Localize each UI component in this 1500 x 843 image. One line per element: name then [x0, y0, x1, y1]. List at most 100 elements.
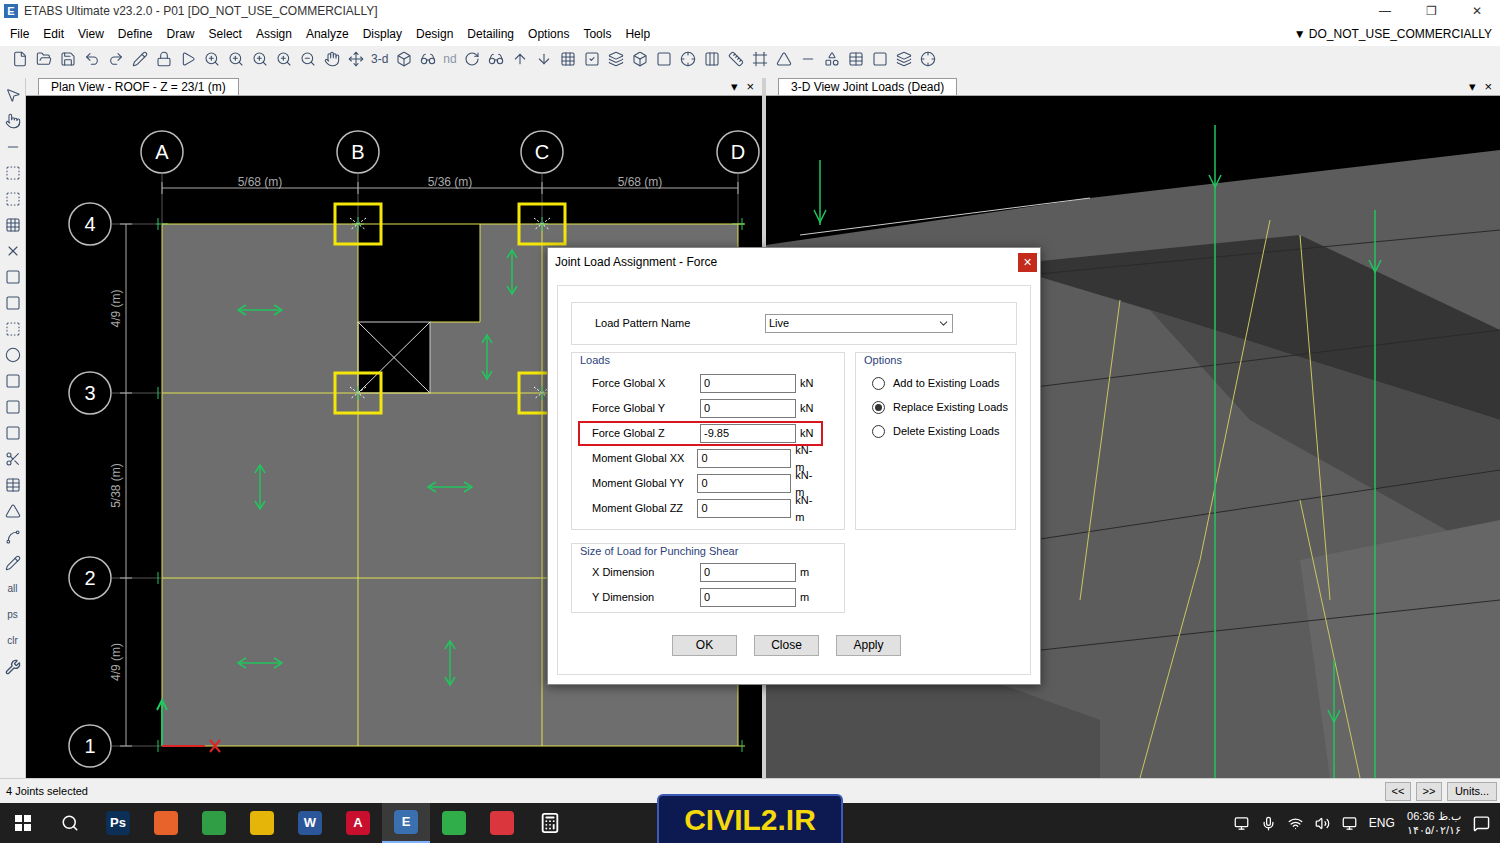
toolbar-button[interactable]: [773, 48, 796, 70]
taskbar-app[interactable]: [430, 803, 478, 843]
dialog-button[interactable]: Close: [754, 635, 819, 656]
side-tool[interactable]: [1, 446, 25, 472]
toolbar-button[interactable]: [8, 48, 31, 70]
display-icon[interactable]: [1342, 816, 1357, 831]
menu-item[interactable]: File: [3, 25, 36, 43]
toolbar-text-button[interactable]: 3-d: [368, 50, 391, 68]
grid-column[interactable]: B: [337, 131, 379, 746]
dialog-button[interactable]: OK: [672, 635, 737, 656]
mic-icon[interactable]: [1261, 816, 1276, 831]
window-control[interactable]: —: [1362, 0, 1408, 22]
clock[interactable]: 06:36 ب.ظ۱۴۰۵/۰۲/۱۶: [1407, 809, 1461, 837]
menu-item[interactable]: Assign: [249, 25, 299, 43]
side-tool[interactable]: [1, 472, 25, 498]
punching-input[interactable]: 0: [700, 588, 796, 607]
language-indicator[interactable]: ENG: [1369, 814, 1395, 832]
side-tool[interactable]: [1, 264, 25, 290]
menu-item[interactable]: Help: [618, 25, 657, 43]
toolbar-text-button[interactable]: nd: [440, 50, 459, 68]
toolbar-button[interactable]: [509, 48, 532, 70]
toolbar-button[interactable]: [272, 48, 295, 70]
tab-menu-button[interactable]: ▾: [731, 78, 738, 95]
toolbar-button[interactable]: [821, 48, 844, 70]
grid-row[interactable]: 4: [69, 203, 745, 245]
option-radio[interactable]: Replace Existing Loads: [872, 395, 1015, 419]
toolbar-button[interactable]: [653, 48, 676, 70]
toolbar-button[interactable]: [128, 48, 151, 70]
side-tool[interactable]: [1, 134, 25, 160]
tab-close-button[interactable]: ×: [1484, 78, 1492, 95]
menu-item[interactable]: Display: [356, 25, 409, 43]
status-button[interactable]: <<: [1385, 782, 1411, 801]
toolbar-button[interactable]: [701, 48, 724, 70]
toolbar-button[interactable]: [320, 48, 343, 70]
menu-item[interactable]: Select: [202, 25, 249, 43]
side-tool[interactable]: [1, 550, 25, 576]
side-tool[interactable]: [1, 238, 25, 264]
toolbar-button[interactable]: [416, 48, 439, 70]
toolbar-button[interactable]: [725, 48, 748, 70]
taskbar-app[interactable]: [190, 803, 238, 843]
start-button[interactable]: [0, 803, 46, 843]
status-button[interactable]: >>: [1416, 782, 1442, 801]
taskbar-app[interactable]: W: [286, 803, 334, 843]
side-text-button[interactable]: clr: [7, 628, 18, 654]
tray-icon[interactable]: [1234, 816, 1249, 831]
taskbar-app[interactable]: [526, 803, 574, 843]
notification-icon[interactable]: [1473, 815, 1490, 832]
toolbar-button[interactable]: [461, 48, 484, 70]
toolbar-button[interactable]: [917, 48, 940, 70]
taskbar-app[interactable]: [238, 803, 286, 843]
side-tool[interactable]: [1, 368, 25, 394]
side-tool[interactable]: [1, 524, 25, 550]
load-input[interactable]: 0: [697, 449, 791, 468]
menu-item[interactable]: View: [71, 25, 111, 43]
search-button[interactable]: [46, 803, 94, 843]
menu-item[interactable]: Detailing: [460, 25, 521, 43]
side-tool[interactable]: [1, 342, 25, 368]
taskbar-app[interactable]: Ps: [94, 803, 142, 843]
load-input[interactable]: 0: [700, 374, 796, 393]
menu-item[interactable]: Define: [111, 25, 160, 43]
view-tab[interactable]: Plan View - ROOF - Z = 23/1 (m): [38, 78, 239, 95]
grid-column[interactable]: A: [141, 131, 183, 746]
title-bar[interactable]: EETABS Ultimate v23.2.0 - P01 [DO_NOT_US…: [0, 0, 1500, 22]
menu-item[interactable]: Edit: [36, 25, 71, 43]
window-control[interactable]: ✕: [1454, 0, 1500, 22]
toolbar-button[interactable]: [200, 48, 223, 70]
taskbar-app[interactable]: [142, 803, 190, 843]
toolbar-button[interactable]: [56, 48, 79, 70]
joint[interactable]: [335, 204, 381, 244]
window-control[interactable]: ❐: [1408, 0, 1454, 22]
side-tool[interactable]: [1, 160, 25, 186]
side-tool[interactable]: [1, 108, 25, 134]
toolbar-button[interactable]: [581, 48, 604, 70]
side-text-button[interactable]: ps: [7, 602, 18, 628]
dialog-button[interactable]: Apply: [836, 635, 901, 656]
network-icon[interactable]: [1288, 816, 1303, 831]
load-input[interactable]: -9.85: [700, 424, 796, 443]
toolbar-button[interactable]: [797, 48, 820, 70]
menu-item[interactable]: Tools: [576, 25, 618, 43]
toolbar-button[interactable]: [629, 48, 652, 70]
toolbar-button[interactable]: [605, 48, 628, 70]
tab-menu-button[interactable]: ▾: [1469, 78, 1476, 95]
toolbar-button[interactable]: [248, 48, 271, 70]
joint[interactable]: [335, 373, 381, 413]
side-tool[interactable]: [1, 82, 25, 108]
menu-item[interactable]: Design: [409, 25, 460, 43]
menu-item[interactable]: Analyze: [299, 25, 356, 43]
option-radio[interactable]: Add to Existing Loads: [872, 371, 1015, 395]
toolbar-button[interactable]: [176, 48, 199, 70]
toolbar-button[interactable]: [80, 48, 103, 70]
toolbar-button[interactable]: [677, 48, 700, 70]
side-tool[interactable]: [1, 498, 25, 524]
toolbar-button[interactable]: [485, 48, 508, 70]
load-input[interactable]: 0: [700, 399, 796, 418]
load-input[interactable]: 0: [697, 474, 791, 493]
taskbar-app[interactable]: A: [334, 803, 382, 843]
toolbar-button[interactable]: [224, 48, 247, 70]
taskbar-app[interactable]: [478, 803, 526, 843]
view-tab[interactable]: 3-D View Joint Loads (Dead): [778, 78, 957, 95]
toolbar-button[interactable]: [557, 48, 580, 70]
